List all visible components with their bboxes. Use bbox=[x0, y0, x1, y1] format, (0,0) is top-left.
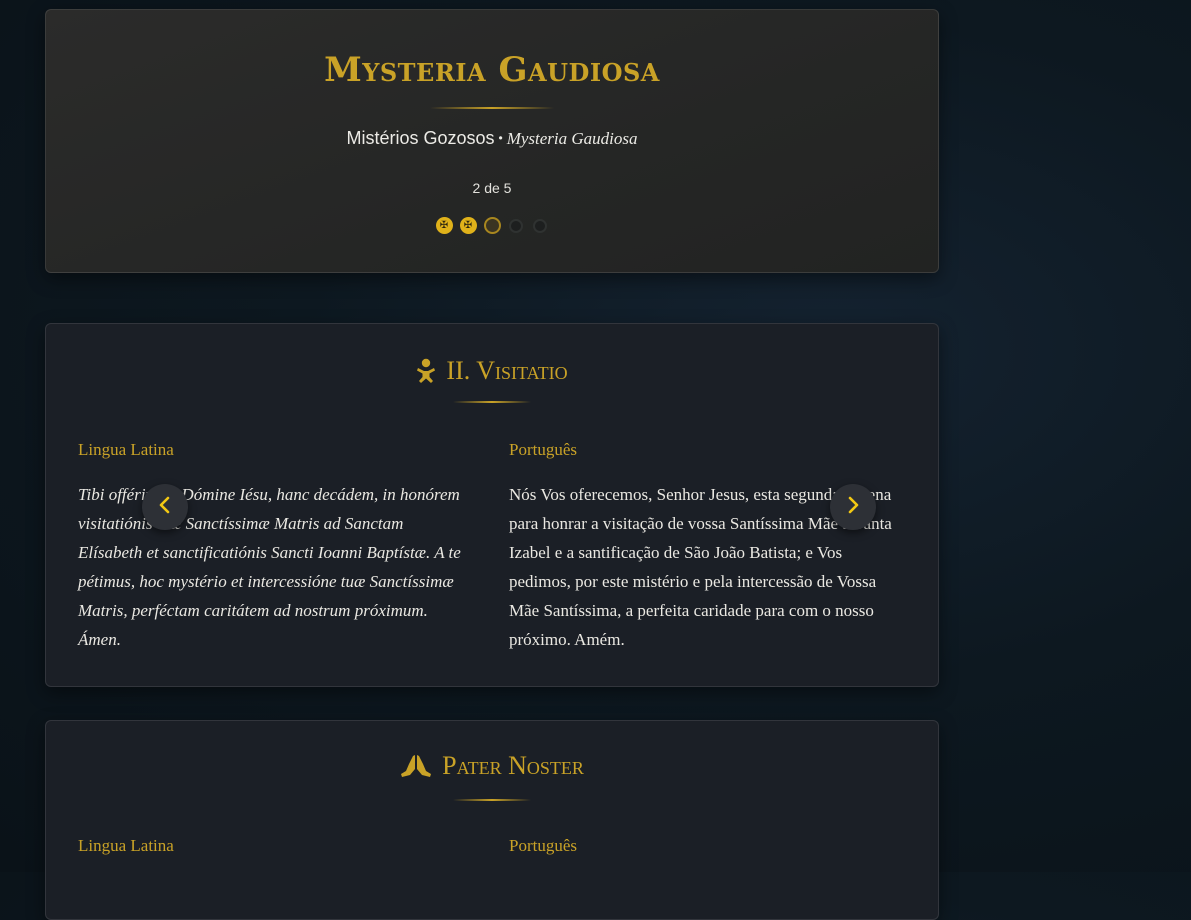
portuguese-column: Português Nós Vos oferecemos, Senhor Jes… bbox=[509, 440, 899, 654]
progress-dot-3[interactable] bbox=[483, 217, 501, 234]
mystery-set-title: Mysteria Gaudiosa bbox=[324, 50, 660, 90]
pater-noster-card: Pater Noster Lingua Latina Português bbox=[45, 720, 939, 920]
latin-prayer-text: Tibi offérimus, Dómine Iésu, hanc decáde… bbox=[78, 485, 461, 649]
progress-dot-5[interactable] bbox=[533, 218, 547, 233]
mystery-progress-dots: ✠ ✠ bbox=[46, 217, 938, 234]
progress-dot-2[interactable]: ✠ bbox=[459, 217, 477, 234]
previous-button[interactable] bbox=[142, 484, 188, 530]
title-divider bbox=[430, 107, 554, 109]
pater-title-text: Pater Noster bbox=[442, 751, 584, 780]
mystery-title-text: II. Visitatio bbox=[446, 356, 568, 385]
mystery-counter: 2 de 5 bbox=[472, 180, 512, 196]
mystery-title-divider bbox=[453, 401, 531, 403]
child-icon bbox=[416, 358, 436, 384]
chevron-right-icon bbox=[846, 496, 860, 519]
pater-title: Pater Noster bbox=[46, 751, 938, 781]
chevron-left-icon bbox=[158, 496, 172, 519]
pater-portuguese-column: Português bbox=[509, 836, 899, 856]
mystery-title: II. Visitatio bbox=[46, 356, 938, 386]
portuguese-label: Português bbox=[509, 440, 577, 459]
latin-label: Lingua Latina bbox=[78, 440, 174, 459]
subtitle-latin: Mysteria Gaudiosa bbox=[506, 129, 638, 148]
mystery-set-subtitle: Mistérios Gozosos • Mysteria Gaudiosa bbox=[46, 128, 938, 149]
pater-latin-label: Lingua Latina bbox=[78, 836, 174, 855]
pater-title-divider bbox=[453, 799, 531, 801]
pater-latin-column: Lingua Latina bbox=[78, 836, 468, 856]
mystery-set-header-card: Mysteria Gaudiosa Mistérios Gozosos • Myst… bbox=[45, 9, 939, 273]
subtitle-separator: • bbox=[498, 131, 503, 145]
pater-portuguese-label: Português bbox=[509, 836, 577, 855]
next-button[interactable] bbox=[830, 484, 876, 530]
progress-dot-1[interactable]: ✠ bbox=[435, 217, 453, 234]
latin-column: Lingua Latina Tibi offérimus, Dómine Iés… bbox=[78, 440, 468, 654]
subtitle-portuguese: Mistérios Gozosos bbox=[346, 128, 495, 148]
praying-hands-icon bbox=[400, 753, 432, 779]
progress-dot-4[interactable] bbox=[509, 218, 523, 233]
